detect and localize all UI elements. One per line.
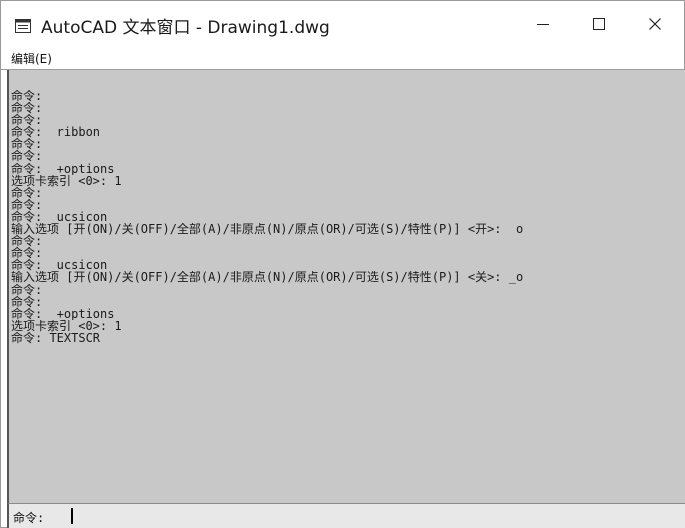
history-line: 命令: _+options — [11, 162, 115, 175]
history-lines: 命令: 命令: 命令: 命令: _ribbon 命令: 命令: 命令: _+options 选… — [11, 90, 685, 344]
autocad-text-window: AutoCAD 文本窗口 - Drawing1.dwg 编辑(E) 命令: 命令:… — [0, 0, 685, 528]
command-line[interactable]: 命令: — [7, 503, 685, 528]
history-line: 命令: — [11, 138, 43, 151]
history-line: 命令: TEXTSCR — [11, 331, 101, 344]
history-line: 命令: _ucsicon — [11, 210, 108, 224]
history-line: 命令: _ribbon — [11, 126, 101, 139]
history-line: 命令: — [11, 186, 43, 199]
window-app-icon — [15, 18, 31, 33]
history-line: 命令: _ucsicon — [11, 259, 108, 272]
history-line: 命令: — [11, 90, 43, 103]
history-line: 输入选项 [开(ON)/关(OFF)/全部(A)/非原点(N)/原点(OR)/可… — [11, 271, 524, 284]
close-icon — [649, 18, 661, 30]
minimize-icon — [537, 24, 549, 25]
history-line: 命令: _+options — [11, 307, 115, 320]
history-line: 选项卡索引 <0>: 1 — [11, 174, 122, 187]
text-caret — [71, 508, 73, 524]
history-line: 命令: — [11, 295, 43, 308]
close-button[interactable] — [635, 7, 675, 41]
menu-edit[interactable]: 编辑(E) — [11, 50, 52, 67]
history-line: 命令: — [11, 150, 43, 163]
title-bar[interactable]: AutoCAD 文本窗口 - Drawing1.dwg — [1, 1, 684, 47]
history-line: 选项卡索引 <0>: 1 — [11, 319, 122, 332]
history-line: 命令: — [11, 198, 43, 211]
window-title: AutoCAD 文本窗口 - Drawing1.dwg — [41, 18, 330, 38]
command-history[interactable]: 命令: 命令: 命令: 命令: _ribbon 命令: 命令: 命令: _+options 选… — [7, 70, 685, 503]
history-line: 命令: — [11, 114, 43, 127]
history-line: 命令: — [11, 235, 43, 248]
command-prompt: 命令: — [13, 511, 45, 525]
maximize-icon — [593, 18, 605, 30]
history-line: 命令: — [11, 102, 43, 115]
menu-bar: 编辑(E) — [1, 47, 684, 69]
history-line: 命令: — [11, 283, 43, 296]
maximize-button[interactable] — [579, 7, 619, 41]
history-line: 命令: — [11, 247, 43, 260]
minimize-button[interactable] — [523, 7, 563, 41]
history-line: 输入选项 [开(ON)/关(OFF)/全部(A)/非原点(N)/原点(OR)/可… — [11, 223, 524, 236]
